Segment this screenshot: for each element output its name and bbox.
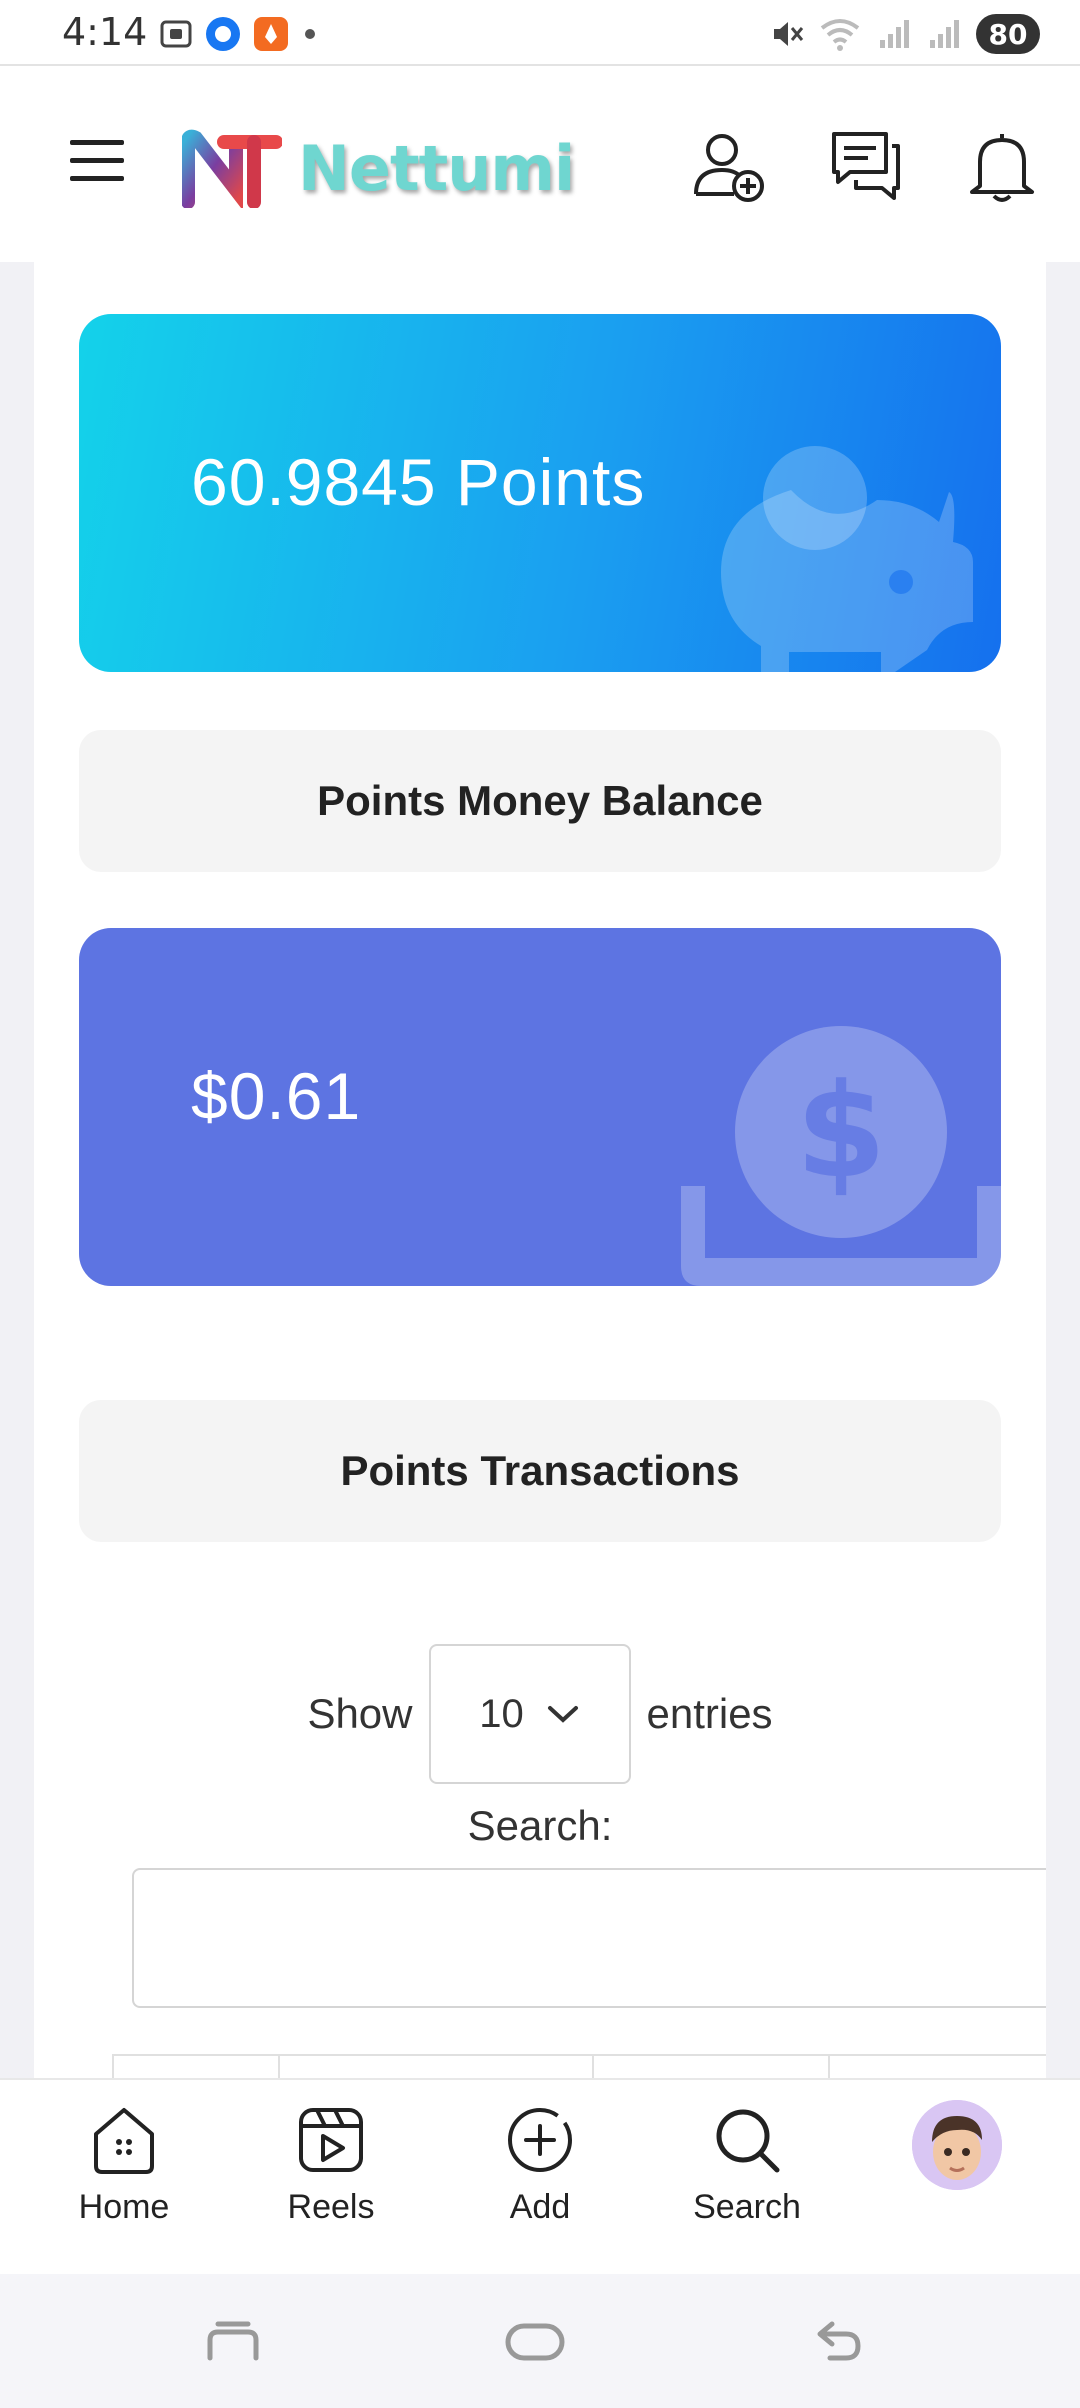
signal-icon-2 bbox=[930, 20, 959, 48]
brand-logo[interactable]: Nettumi bbox=[182, 118, 582, 218]
nav-home-label: Home bbox=[78, 2188, 170, 2226]
page-side-gutter-right bbox=[1046, 262, 1080, 2078]
nav-reels-label: Reels bbox=[287, 2188, 375, 2226]
nav-search-label: Search bbox=[693, 2188, 801, 2226]
add-friend-icon[interactable] bbox=[690, 126, 770, 206]
search-label: Search: bbox=[467, 1802, 613, 1849]
app-header: Nettumi bbox=[0, 68, 1080, 260]
profile-avatar[interactable] bbox=[912, 2100, 1002, 2190]
points-value: 60.9845 Points bbox=[191, 445, 646, 519]
app-notification-icon-2 bbox=[254, 17, 288, 51]
main-content: 60.9845 Points Points Money Balance $0.6… bbox=[34, 262, 1046, 2078]
search-icon bbox=[716, 2109, 780, 2173]
add-icon bbox=[508, 2108, 572, 2172]
app-notification-icon bbox=[206, 17, 240, 51]
status-time: 4:14 bbox=[62, 10, 148, 54]
back-icon[interactable] bbox=[808, 2314, 866, 2370]
notifications-icon[interactable] bbox=[962, 126, 1042, 206]
status-right-icons: 80 bbox=[768, 12, 1040, 56]
money-balance-card: $0.61 $ bbox=[79, 928, 1001, 1286]
points-balance-card: 60.9845 Points bbox=[79, 314, 1001, 672]
entries-length-control: Show 10 entries bbox=[34, 1644, 1046, 1784]
nav-add[interactable]: Add bbox=[450, 2102, 630, 2252]
money-value: $0.61 bbox=[191, 1059, 362, 1133]
menu-icon[interactable] bbox=[64, 128, 130, 194]
nav-home[interactable]: Home bbox=[34, 2102, 214, 2252]
screenshot-icon bbox=[160, 20, 192, 48]
nav-reels[interactable]: Reels bbox=[241, 2102, 421, 2252]
home-button-icon[interactable] bbox=[504, 2314, 566, 2370]
chevron-down-icon bbox=[547, 1706, 578, 1723]
battery-indicator: 80 bbox=[976, 14, 1040, 54]
nav-search[interactable]: Search bbox=[657, 2102, 837, 2252]
home-icon bbox=[94, 2108, 154, 2174]
signal-icon bbox=[880, 20, 909, 48]
entries-label: entries bbox=[646, 1690, 773, 1737]
dollar-deposit-icon: $ bbox=[681, 1026, 1001, 1286]
transactions-heading: Points Transactions bbox=[79, 1400, 1001, 1542]
nav-add-label: Add bbox=[509, 2188, 571, 2226]
transactions-search-input[interactable] bbox=[132, 1868, 1046, 2008]
brand-name: Nettumi bbox=[298, 131, 575, 205]
money-balance-heading: Points Money Balance bbox=[79, 730, 1001, 872]
logo-mark-icon bbox=[182, 129, 282, 208]
status-notification-icons bbox=[158, 14, 320, 54]
messages-icon[interactable] bbox=[826, 126, 906, 206]
transactions-table-header bbox=[112, 2054, 1046, 2078]
show-label: Show bbox=[307, 1690, 413, 1737]
status-bar: 4:14 80 bbox=[0, 0, 1080, 66]
piggy-bank-icon bbox=[721, 446, 973, 672]
recent-apps-icon[interactable] bbox=[204, 2314, 262, 2370]
more-notifications-dot bbox=[305, 29, 315, 39]
wifi-icon bbox=[820, 19, 860, 51]
reels-icon bbox=[299, 2108, 363, 2172]
avatar-face-icon bbox=[912, 2100, 1002, 2190]
bottom-navigation: Home Reels Add Search bbox=[0, 2078, 1080, 2274]
entries-select-value: 10 bbox=[479, 1691, 524, 1736]
page-side-gutter-left bbox=[0, 262, 34, 2078]
system-navigation-bar bbox=[0, 2274, 1080, 2408]
svg-text:$: $ bbox=[796, 1055, 886, 1207]
mute-icon bbox=[774, 22, 804, 46]
entries-select[interactable]: 10 bbox=[428, 1644, 631, 1784]
